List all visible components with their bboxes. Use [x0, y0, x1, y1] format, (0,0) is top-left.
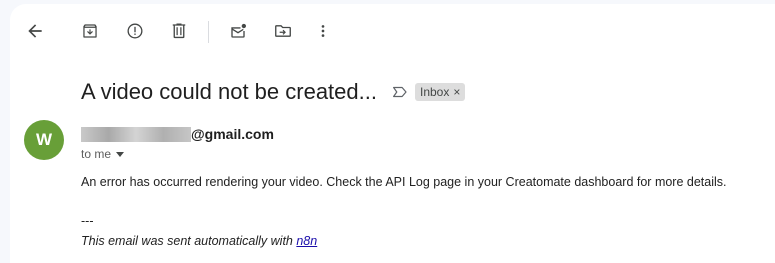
sender-email-domain[interactable]: @gmail.com: [191, 126, 274, 142]
sender-row: @gmail.com: [81, 124, 274, 144]
redacted-sender-name: [81, 126, 191, 142]
email-subject: A video could not be created...: [81, 79, 377, 104]
archive-icon: [83, 24, 97, 38]
subject-row: A video could not be created... Inbox ×: [81, 76, 466, 108]
back-button[interactable]: [19, 15, 51, 47]
label-important-icon[interactable]: [391, 83, 409, 101]
recipient-text: to me: [81, 147, 112, 161]
signature-text: This email was sent automatically with: [81, 234, 297, 248]
mark-unread-icon: [231, 23, 246, 38]
n8n-link[interactable]: n8n: [296, 234, 317, 248]
report-spam-button[interactable]: [119, 15, 151, 47]
signature-separator: ---: [81, 214, 94, 228]
signature-line: This email was sent automatically with n…: [81, 234, 317, 248]
toolbar-divider: [208, 21, 209, 43]
message-panel: A video could not be created... Inbox × …: [10, 4, 775, 263]
recipient-details-toggle[interactable]: to me: [81, 146, 125, 162]
report-spam-icon: [127, 23, 143, 39]
sender-avatar[interactable]: W: [24, 120, 64, 160]
move-to-icon: [275, 25, 291, 37]
mark-unread-button[interactable]: [222, 15, 254, 47]
more-options-icon: [321, 25, 325, 37]
chevron-down-icon[interactable]: [116, 151, 125, 157]
inbox-label-text: Inbox: [419, 85, 450, 99]
inbox-label-chip[interactable]: Inbox ×: [414, 83, 466, 101]
more-options-button[interactable]: [307, 15, 339, 47]
email-body-text: An error has occurred rendering your vid…: [81, 175, 727, 189]
remove-label-icon[interactable]: ×: [453, 85, 460, 99]
move-to-button[interactable]: [267, 15, 299, 47]
delete-button[interactable]: [163, 15, 195, 47]
message-toolbar: [10, 4, 775, 58]
archive-button[interactable]: [74, 15, 106, 47]
delete-icon: [172, 23, 186, 39]
back-icon: [28, 24, 42, 38]
